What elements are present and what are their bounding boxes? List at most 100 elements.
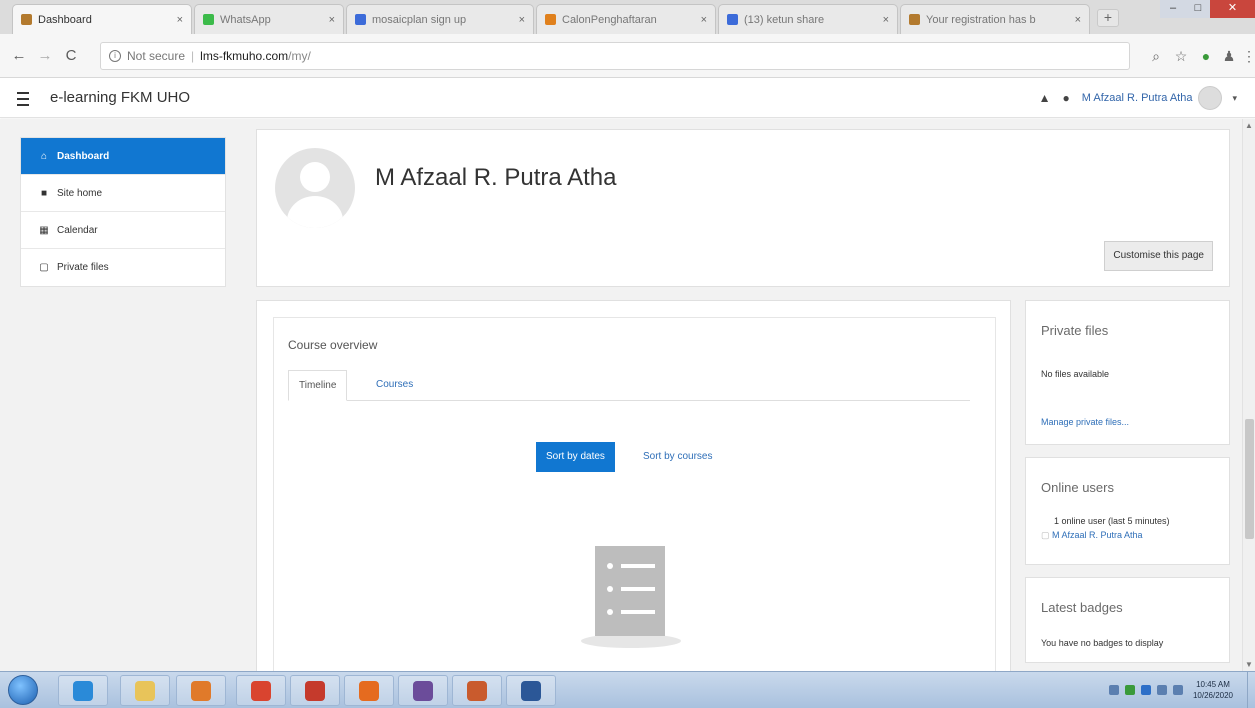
chrome-icon [251, 680, 271, 701]
drawer-item-label: Calendar [57, 224, 98, 236]
avatar[interactable] [1198, 86, 1223, 110]
window-close-button[interactable]: ✕ [1210, 0, 1255, 18]
taskbar-app-pdf[interactable] [452, 675, 502, 706]
nav-drawer: ⌂ Dashboard ■ Site home ▦ Calendar ▢ Pri… [20, 137, 226, 287]
search-icon[interactable]: ⌕ [1147, 48, 1165, 65]
browser-tab[interactable]: WhatsApp × [194, 4, 344, 34]
avatar [275, 148, 355, 228]
drawer-item-site-home[interactable]: ■ Site home [21, 175, 225, 212]
firefox-icon [359, 680, 379, 701]
pdf-icon [467, 680, 487, 701]
reload-icon[interactable]: C [62, 47, 80, 64]
taskbar-app-firefox[interactable] [344, 675, 394, 706]
taskbar-app-explorer[interactable] [120, 675, 170, 706]
tray-volume-icon[interactable] [1172, 685, 1183, 695]
no-files-text: No files available [1041, 369, 1110, 379]
tab-title: CalonPenghaftaran [562, 13, 657, 26]
clock-date: 10/26/2020 [1192, 691, 1233, 700]
tab-title: WhatsApp [220, 13, 271, 26]
private-files-block: Private files No files available Manage … [1025, 300, 1230, 445]
drawer-item-label: Dashboard [57, 150, 110, 162]
document-icon [521, 680, 541, 701]
system-tray: 10:45 AM 10/26/2020 [1045, 672, 1255, 708]
tab-title: mosaicplan sign up [372, 13, 467, 26]
drawer-item-dashboard[interactable]: ⌂ Dashboard [21, 138, 225, 175]
online-users-count: 1 online user (last 5 minutes) [1054, 516, 1170, 526]
tray-flag-icon[interactable] [1156, 685, 1167, 695]
taskbar-app-media[interactable] [176, 675, 226, 706]
block-title: Online users [1041, 480, 1114, 495]
block-title: Latest badges [1041, 600, 1123, 615]
info-icon[interactable]: i [109, 50, 121, 62]
main-region: Course overview Timeline Courses Sort by… [256, 300, 1011, 680]
user-menu: ▲ ● M Afzaal R. Putra Atha ▾ [1039, 86, 1237, 110]
page-content: ⌂ Dashboard ■ Site home ▦ Calendar ▢ Pri… [0, 119, 1242, 680]
taskbar-app-ie[interactable] [58, 675, 108, 706]
tray-network-icon[interactable] [1124, 685, 1135, 695]
block-title: Private files [1041, 323, 1109, 338]
taskbar-app-bow[interactable] [398, 675, 448, 706]
message-icon[interactable]: ● [1063, 91, 1070, 105]
tab-title: Your registration has b [926, 13, 1036, 26]
drawer-item-private-files[interactable]: ▢ Private files [21, 249, 225, 286]
browser-tab[interactable]: Your registration has b × [900, 4, 1090, 34]
url-path: /my/ [288, 49, 311, 63]
page-scrollbar[interactable]: ▲ ▼ [1242, 119, 1255, 671]
window-maximize-button[interactable]: □ [1186, 0, 1210, 18]
notification-bell-icon[interactable]: ▲ [1039, 91, 1051, 105]
tab-close-icon[interactable]: × [329, 14, 335, 26]
chevron-down-icon[interactable]: ▾ [1232, 93, 1237, 104]
menu-icon[interactable]: ⋮ [1240, 48, 1255, 65]
drawer-item-calendar[interactable]: ▦ Calendar [21, 212, 225, 249]
browser-tab[interactable]: CalonPenghaftaran × [536, 4, 716, 34]
calendar-icon: ▦ [39, 224, 49, 236]
tab-close-icon[interactable]: × [1075, 14, 1081, 26]
latest-badges-block: Latest badges You have no badges to disp… [1025, 577, 1230, 663]
tab-close-icon[interactable]: × [177, 14, 183, 26]
online-user-item[interactable]: ▢ M Afzaal R. Putra Atha [1041, 530, 1143, 541]
manage-private-files-link[interactable]: Manage private files... [1041, 417, 1129, 427]
url-host: lms-fkmuho.com [200, 49, 289, 63]
site-navbar: e-learning FKM UHO ▲ ● M Afzaal R. Putra… [0, 78, 1255, 118]
tray-arrow-icon[interactable] [1108, 685, 1119, 695]
hamburger-menu-icon[interactable] [12, 88, 34, 108]
app-bow-icon [413, 680, 433, 701]
customise-page-button[interactable]: Customise this page [1104, 241, 1213, 271]
sort-by-dates-button[interactable]: Sort by dates [536, 442, 615, 472]
extension-icon[interactable]: ● [1197, 48, 1215, 64]
block-title: Course overview [288, 338, 378, 352]
tray-info-icon[interactable] [1140, 685, 1151, 695]
taskbar-app-chrome[interactable] [236, 675, 286, 706]
no-badges-text: You have no badges to display [1041, 638, 1164, 648]
address-bar[interactable]: i Not secure | lms-fkmuho.com /my/ [100, 42, 1130, 70]
user-name-link[interactable]: M Afzaal R. Putra Atha [1082, 92, 1193, 104]
tab-close-icon[interactable]: × [701, 14, 707, 26]
site-name[interactable]: e-learning FKM UHO [50, 89, 190, 106]
tab-timeline[interactable]: Timeline [288, 370, 348, 401]
window-controls: – □ ✕ [1160, 0, 1255, 18]
tab-close-icon[interactable]: × [519, 14, 525, 26]
system-clock[interactable]: 10:45 AM 10/26/2020 [1193, 679, 1233, 701]
tab-courses[interactable]: Courses [366, 370, 423, 401]
browser-tab[interactable]: Dashboard × [12, 4, 192, 34]
browser-tab[interactable]: mosaicplan sign up × [346, 4, 534, 34]
taskbar-app-red[interactable] [290, 675, 340, 706]
start-button-icon[interactable] [8, 675, 38, 705]
taskbar-app-word[interactable] [506, 675, 556, 706]
divider: | [191, 49, 195, 63]
new-tab-button[interactable]: + [1097, 9, 1119, 27]
window-minimize-button[interactable]: – [1160, 0, 1186, 18]
tab-close-icon[interactable]: × [883, 14, 889, 26]
back-arrow-icon[interactable]: ← [10, 47, 28, 64]
star-icon[interactable]: ☆ [1172, 48, 1190, 65]
empty-state-shadow [581, 634, 681, 648]
sort-by-courses-button[interactable]: Sort by courses [643, 442, 712, 472]
show-desktop-button[interactable] [1247, 672, 1255, 708]
app-red-icon [305, 680, 325, 701]
tab-favicon-icon [203, 14, 214, 25]
tab-favicon-icon [727, 14, 738, 25]
scrollbar-thumb[interactable] [1245, 419, 1254, 539]
account-icon[interactable]: ♟ [1220, 48, 1238, 65]
forward-arrow-icon[interactable]: → [36, 47, 54, 64]
browser-tab[interactable]: (13) ketun share × [718, 4, 898, 34]
